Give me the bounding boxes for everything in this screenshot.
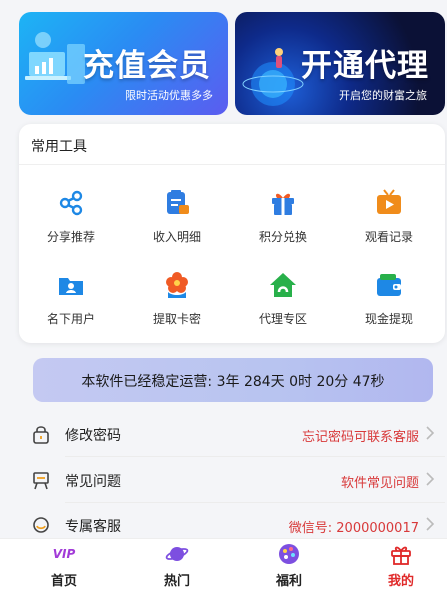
row-value: 忘记密码可联系客服 bbox=[301, 430, 419, 445]
tool-share-recommend[interactable]: 分享推荐 bbox=[21, 188, 121, 245]
row-faq[interactable]: 常见问题 软件常见问题 bbox=[19, 457, 445, 503]
row-label: 常见问题 bbox=[65, 474, 121, 490]
vip-recharge-banner[interactable]: 充值会员 限时活动优惠多多 bbox=[19, 12, 228, 115]
agent-open-banner[interactable]: 开通代理 开启您的财富之旅 bbox=[235, 12, 445, 115]
nav-label: 首页 bbox=[50, 574, 77, 589]
tool-my-users[interactable]: 名下用户 bbox=[21, 270, 121, 327]
tools-title: 常用工具 bbox=[31, 139, 87, 155]
nav-label: 福利 bbox=[275, 574, 302, 589]
common-tools-card: 常用工具 分享推荐 收入明细 积分兑换 观看记录 名下用户 提取卡密 代理专区 … bbox=[19, 124, 445, 343]
tool-label: 积分兑换 bbox=[258, 230, 307, 244]
tool-points-exchange[interactable]: 积分兑换 bbox=[233, 188, 333, 245]
tool-label: 名下用户 bbox=[46, 312, 95, 326]
palette-icon bbox=[279, 544, 299, 564]
wallet-icon bbox=[377, 274, 401, 296]
tool-agent-zone[interactable]: 代理专区 bbox=[233, 270, 333, 327]
row-change-password[interactable]: 修改密码 忘记密码可联系客服 bbox=[19, 411, 445, 457]
nav-welfare[interactable]: 福利 bbox=[249, 542, 329, 589]
planet-icon bbox=[165, 547, 189, 561]
runtime-banner: 本软件已经稳定运营: 3年 284天 0时 20分 47秒 bbox=[33, 358, 433, 402]
tool-extract-card[interactable]: 提取卡密 bbox=[127, 270, 227, 327]
runtime-text: 本软件已经稳定运营: 3年 284天 0时 20分 47秒 bbox=[81, 374, 385, 390]
globe-figure-illustration-icon bbox=[242, 48, 304, 106]
nav-label: 我的 bbox=[387, 574, 414, 589]
play-history-icon bbox=[377, 189, 401, 214]
banner-area: 充值会员 限时活动优惠多多 开通代理 开启您的财富之旅 bbox=[0, 0, 447, 120]
chevron-right-icon bbox=[426, 472, 435, 486]
nav-label: 热门 bbox=[163, 574, 190, 589]
svg-text:VIP: VIP bbox=[53, 547, 76, 561]
tool-label: 现金提现 bbox=[364, 312, 413, 326]
tool-label: 提取卡密 bbox=[152, 312, 201, 326]
share-icon bbox=[59, 190, 83, 216]
gift-icon bbox=[272, 193, 294, 215]
vip-icon: VIP bbox=[53, 547, 76, 561]
bottom-nav: VIP 首页 热门 福利 我的 bbox=[0, 538, 447, 597]
tool-label: 观看记录 bbox=[364, 230, 413, 244]
agent-banner-title: 开通代理 bbox=[301, 48, 429, 84]
row-value: 软件常见问题 bbox=[340, 476, 419, 491]
nav-home[interactable]: VIP 首页 bbox=[24, 542, 104, 589]
row-label: 专属客服 bbox=[65, 519, 121, 535]
nav-mine[interactable]: 我的 bbox=[361, 542, 441, 589]
easel-icon bbox=[33, 472, 49, 490]
row-label: 修改密码 bbox=[65, 428, 121, 444]
tool-label: 代理专区 bbox=[258, 312, 307, 326]
tool-watch-history[interactable]: 观看记录 bbox=[339, 188, 439, 245]
nav-hot[interactable]: 热门 bbox=[137, 542, 217, 589]
flower-icon bbox=[166, 272, 188, 298]
chevron-right-icon bbox=[426, 517, 435, 531]
chat-icon bbox=[33, 517, 49, 533]
tool-label: 分享推荐 bbox=[46, 230, 95, 244]
lock-icon bbox=[33, 426, 49, 444]
tool-cash-withdraw[interactable]: 现金提现 bbox=[339, 270, 439, 327]
vip-banner-subtitle: 限时活动优惠多多 bbox=[125, 89, 213, 102]
agent-banner-subtitle: 开启您的财富之旅 bbox=[339, 89, 427, 102]
gift-box-icon bbox=[391, 546, 411, 565]
tool-label: 收入明细 bbox=[152, 230, 201, 244]
tool-income-detail[interactable]: 收入明细 bbox=[127, 188, 227, 245]
tools-divider bbox=[19, 164, 445, 165]
chevron-right-icon bbox=[426, 426, 435, 440]
row-value: 微信号: 2000000017 bbox=[288, 521, 419, 536]
vip-banner-title: 充值会员 bbox=[83, 48, 211, 84]
income-detail-icon bbox=[167, 190, 189, 214]
users-folder-icon bbox=[59, 278, 83, 295]
agent-house-icon bbox=[270, 273, 296, 297]
